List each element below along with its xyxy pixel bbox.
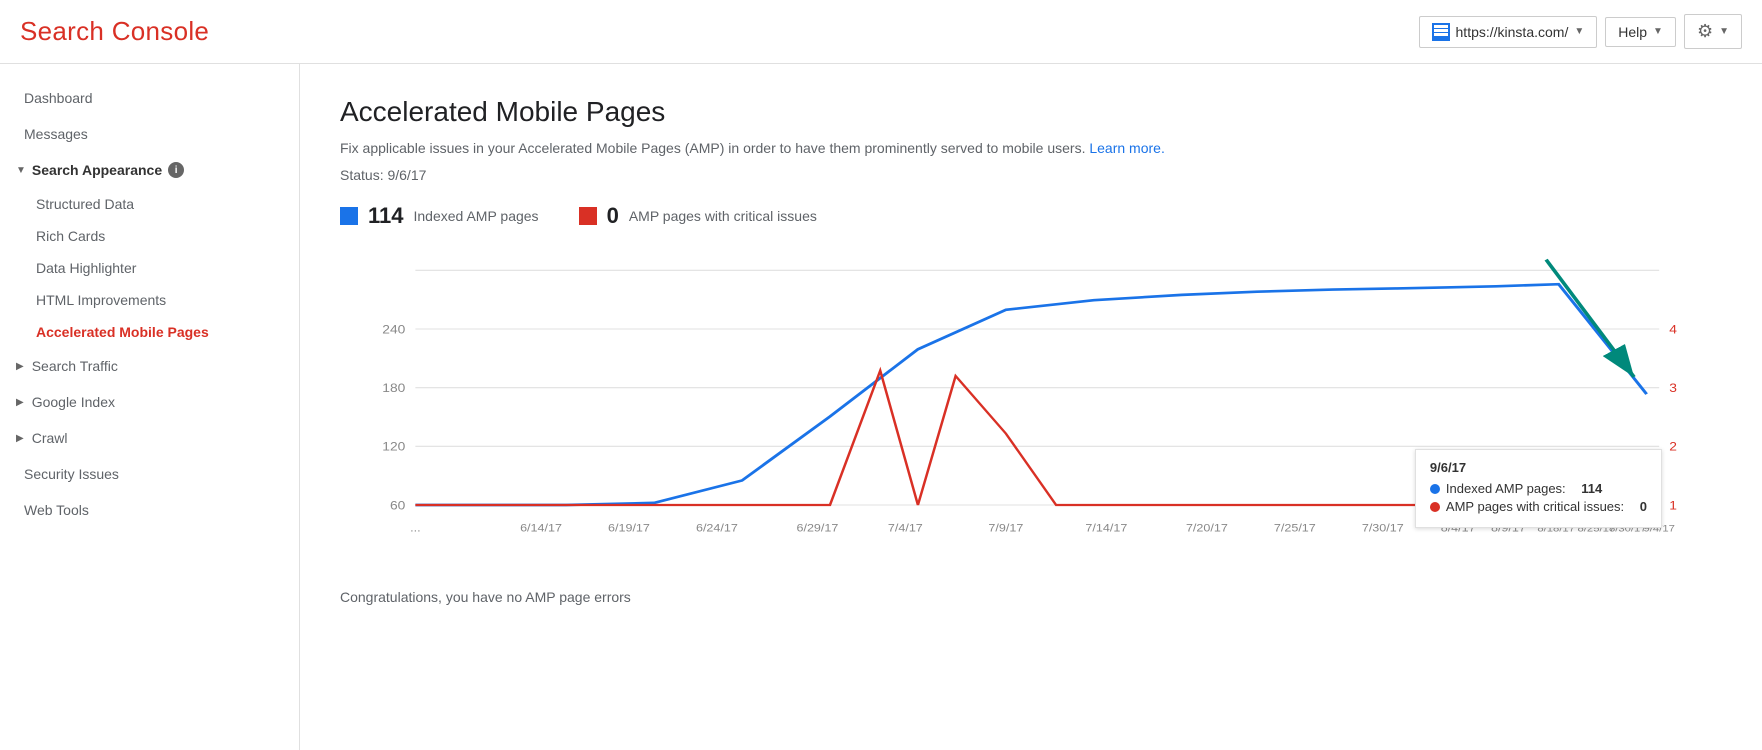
sidebar-item-search-traffic[interactable]: ▶ Search Traffic bbox=[0, 348, 299, 384]
tooltip-red-dot bbox=[1430, 502, 1440, 512]
tooltip-red-row: AMP pages with critical issues: 0 bbox=[1430, 499, 1647, 514]
blue-legend-box bbox=[340, 207, 358, 225]
app-title: Search Console bbox=[20, 16, 209, 47]
tooltip-blue-label: Indexed AMP pages: bbox=[1446, 481, 1566, 496]
congratulations-text: Congratulations, you have no AMP page er… bbox=[340, 589, 1722, 605]
header: Search Console https://kinsta.com/ ▼ Hel… bbox=[0, 0, 1762, 64]
page-description: Fix applicable issues in your Accelerate… bbox=[340, 138, 1722, 159]
page-heading: Accelerated Mobile Pages bbox=[340, 96, 1722, 128]
svg-text:60: 60 bbox=[390, 498, 405, 512]
tooltip-red-label: AMP pages with critical issues: bbox=[1446, 499, 1624, 514]
critical-label: AMP pages with critical issues bbox=[629, 208, 817, 224]
main-content: Accelerated Mobile Pages Fix applicable … bbox=[300, 64, 1762, 750]
info-icon: i bbox=[168, 162, 184, 178]
svg-text:240: 240 bbox=[382, 322, 405, 336]
tooltip-date: 9/6/17 bbox=[1430, 460, 1647, 475]
description-text: Fix applicable issues in your Accelerate… bbox=[340, 140, 1085, 156]
sidebar-item-dashboard[interactable]: Dashboard bbox=[0, 80, 299, 116]
site-url: https://kinsta.com/ bbox=[1456, 24, 1569, 40]
red-legend-box bbox=[579, 207, 597, 225]
svg-text:...: ... bbox=[410, 523, 420, 535]
critical-count: 0 bbox=[607, 203, 619, 229]
svg-text:7/14/17: 7/14/17 bbox=[1085, 523, 1127, 535]
dropdown-arrow-icon: ▼ bbox=[1574, 26, 1584, 37]
header-controls: https://kinsta.com/ ▼ Help ▼ ⚙ ▼ bbox=[1419, 14, 1742, 49]
status-line: Status: 9/6/17 bbox=[340, 167, 1722, 183]
help-button[interactable]: Help ▼ bbox=[1605, 17, 1676, 47]
svg-text:1: 1 bbox=[1669, 498, 1677, 512]
svg-text:7/20/17: 7/20/17 bbox=[1186, 523, 1228, 535]
sidebar-item-crawl[interactable]: ▶ Crawl bbox=[0, 420, 299, 456]
chart-container: 60 120 180 240 1 2 3 4 bbox=[340, 249, 1722, 569]
svg-text:180: 180 bbox=[382, 381, 405, 395]
sidebar-item-web-tools[interactable]: Web Tools bbox=[0, 492, 299, 528]
sidebar-item-google-index[interactable]: ▶ Google Index bbox=[0, 384, 299, 420]
layout: Dashboard Messages ▼ Search Appearance i… bbox=[0, 64, 1762, 750]
tooltip-blue-row: Indexed AMP pages: 114 bbox=[1430, 481, 1647, 496]
google-index-label: Google Index bbox=[32, 394, 115, 410]
expand-icon: ▼ bbox=[16, 165, 26, 176]
triangle-icon: ▶ bbox=[16, 361, 24, 372]
crawl-label: Crawl bbox=[32, 430, 68, 446]
learn-more-link[interactable]: Learn more. bbox=[1089, 140, 1164, 156]
chart-tooltip: 9/6/17 Indexed AMP pages: 114 AMP pages … bbox=[1415, 449, 1662, 528]
sidebar-item-security-issues[interactable]: Security Issues bbox=[0, 456, 299, 492]
indexed-label: Indexed AMP pages bbox=[414, 208, 539, 224]
settings-dropdown-icon: ▼ bbox=[1719, 26, 1729, 37]
svg-text:6/29/17: 6/29/17 bbox=[796, 523, 838, 535]
svg-text:6/24/17: 6/24/17 bbox=[696, 523, 738, 535]
sidebar-section-search-appearance[interactable]: ▼ Search Appearance i bbox=[0, 152, 299, 188]
site-selector-button[interactable]: https://kinsta.com/ ▼ bbox=[1419, 16, 1598, 48]
svg-text:2: 2 bbox=[1669, 440, 1677, 454]
svg-text:7/30/17: 7/30/17 bbox=[1362, 523, 1404, 535]
sidebar-item-structured-data[interactable]: Structured Data bbox=[0, 188, 299, 220]
sidebar-item-rich-cards[interactable]: Rich Cards bbox=[0, 220, 299, 252]
tooltip-blue-value: 114 bbox=[1581, 481, 1602, 496]
svg-text:6/14/17: 6/14/17 bbox=[520, 523, 562, 535]
sidebar: Dashboard Messages ▼ Search Appearance i… bbox=[0, 64, 300, 750]
legend: 114 Indexed AMP pages 0 AMP pages with c… bbox=[340, 203, 1722, 229]
sidebar-item-messages[interactable]: Messages bbox=[0, 116, 299, 152]
gear-icon: ⚙ bbox=[1697, 21, 1713, 42]
help-label: Help bbox=[1618, 24, 1647, 40]
indexed-legend-item: 114 Indexed AMP pages bbox=[340, 203, 539, 229]
sidebar-item-data-highlighter[interactable]: Data Highlighter bbox=[0, 252, 299, 284]
svg-text:3: 3 bbox=[1669, 381, 1677, 395]
help-dropdown-icon: ▼ bbox=[1653, 26, 1663, 37]
triangle-icon: ▶ bbox=[16, 433, 24, 444]
search-traffic-label: Search Traffic bbox=[32, 358, 118, 374]
critical-legend-item: 0 AMP pages with critical issues bbox=[579, 203, 817, 229]
tooltip-red-value: 0 bbox=[1640, 499, 1647, 514]
search-appearance-label: Search Appearance bbox=[32, 162, 162, 178]
svg-text:6/19/17: 6/19/17 bbox=[608, 523, 650, 535]
svg-text:7/25/17: 7/25/17 bbox=[1274, 523, 1316, 535]
indexed-count: 114 bbox=[368, 203, 404, 229]
svg-text:4: 4 bbox=[1669, 322, 1677, 336]
settings-button[interactable]: ⚙ ▼ bbox=[1684, 14, 1742, 49]
svg-text:7/4/17: 7/4/17 bbox=[888, 523, 923, 535]
sidebar-item-amp[interactable]: Accelerated Mobile Pages bbox=[0, 316, 299, 348]
svg-text:7/9/17: 7/9/17 bbox=[988, 523, 1023, 535]
triangle-icon: ▶ bbox=[16, 397, 24, 408]
tooltip-blue-dot bbox=[1430, 484, 1440, 494]
sidebar-item-html-improvements[interactable]: HTML Improvements bbox=[0, 284, 299, 316]
site-icon bbox=[1432, 23, 1450, 41]
svg-text:120: 120 bbox=[382, 440, 405, 454]
